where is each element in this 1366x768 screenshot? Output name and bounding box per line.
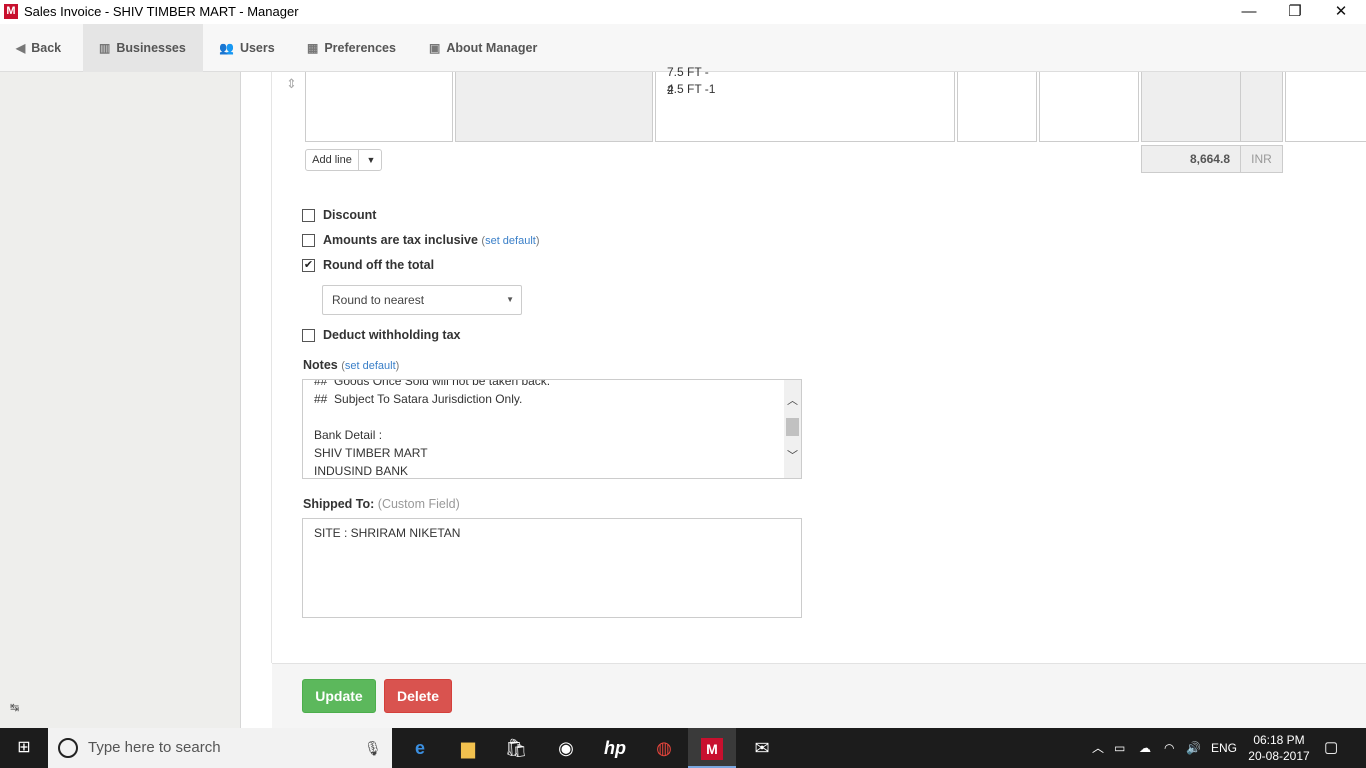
notes-scrollbar[interactable]: ︿ ﹀ xyxy=(784,380,801,478)
building-icon: ▥ xyxy=(99,41,111,55)
tax-inclusive-label: Amounts are tax inclusive xyxy=(323,233,478,247)
notes-line: SHIV TIMBER MART xyxy=(314,446,428,460)
shipped-to-label: Shipped To: xyxy=(303,497,375,511)
shipped-to-heading: Shipped To: (Custom Field) xyxy=(303,497,460,511)
notes-textarea[interactable]: ## Goods Once Sold will not be taken bac… xyxy=(302,379,802,479)
add-line-button[interactable]: Add line xyxy=(306,150,359,170)
preferences-label: Preferences xyxy=(324,41,396,55)
description-text: 7.5 FT - 2 4.5 FT -1 xyxy=(667,65,715,98)
show-hidden-icons-icon[interactable]: ︿ xyxy=(1092,728,1104,768)
drag-handle-icon[interactable]: ⇕ xyxy=(286,76,297,92)
qty-cell[interactable] xyxy=(957,72,1037,142)
notes-label: Notes xyxy=(303,358,338,372)
back-button[interactable]: ◀ Back xyxy=(0,24,73,72)
wifi-icon[interactable]: ◠ xyxy=(1164,728,1174,768)
cortana-icon xyxy=(58,738,78,758)
media-icon[interactable]: ◉ xyxy=(542,728,590,768)
taskbar-clock[interactable]: 06:18 PM 20-08-2017 xyxy=(1244,732,1314,764)
withholding-checkbox[interactable] xyxy=(302,329,315,342)
tax-inclusive-checkbox[interactable] xyxy=(302,234,315,247)
notes-line xyxy=(314,408,550,426)
tax-cell[interactable] xyxy=(1285,72,1366,142)
restore-button[interactable]: ❐ xyxy=(1272,0,1318,24)
rounding-select[interactable]: Round to nearest ▼ xyxy=(322,285,522,315)
add-line-button-group: Add line ▼ xyxy=(305,149,382,171)
search-placeholder: Type here to search xyxy=(88,739,221,756)
store-icon[interactable]: 🛍 xyxy=(492,728,540,768)
description-line-1: 7.5 FT - 2 xyxy=(667,65,709,97)
mail-icon[interactable]: ✉ xyxy=(738,728,786,768)
withholding-label: Deduct withholding tax xyxy=(323,328,461,342)
discount-label: Discount xyxy=(323,208,377,222)
manager-small-icon: ▣ xyxy=(429,41,441,55)
notes-line: Bank Detail : xyxy=(314,428,383,442)
delete-button[interactable]: Delete xyxy=(384,679,452,713)
language-indicator[interactable]: ENG xyxy=(1211,728,1237,768)
title-bar: M Sales Invoice - SHIV TIMBER MART - Man… xyxy=(0,0,1366,24)
notes-line: ## Subject To Satara Jurisdiction Only. xyxy=(314,392,523,406)
notifications-icon[interactable]: ▢ xyxy=(1324,728,1338,768)
clock-time: 06:18 PM xyxy=(1253,733,1305,747)
minimize-button[interactable]: — xyxy=(1226,0,1272,24)
total-amount: 8,664.8 xyxy=(1141,145,1241,173)
currency-cell xyxy=(1240,72,1283,142)
close-button[interactable]: ✕ xyxy=(1318,0,1364,24)
custom-field-hint: (Custom Field) xyxy=(377,497,460,511)
manager-logo-icon: M xyxy=(4,4,18,19)
clock-date: 20-08-2017 xyxy=(1248,749,1310,763)
chrome-icon[interactable]: ◍ xyxy=(640,728,688,768)
item-cell[interactable] xyxy=(305,72,453,142)
volume-icon[interactable]: 🔊 xyxy=(1186,728,1201,768)
microphone-icon[interactable]: 🎙 xyxy=(364,728,382,768)
content-gutter xyxy=(241,72,272,663)
shipped-to-textarea[interactable]: SITE : SHRIRAM NIKETAN xyxy=(302,518,802,618)
preferences-icon: ▦ xyxy=(307,41,319,55)
notes-set-default-link[interactable]: set default xyxy=(345,360,396,372)
select-arrow-icon: ▼ xyxy=(506,295,514,304)
back-arrow-icon: ◀ xyxy=(16,41,26,55)
notes-line: INDUSIND BANK xyxy=(314,464,409,478)
tax-inclusive-row: Amounts are tax inclusive (set default) xyxy=(323,233,540,247)
users-tab[interactable]: 👥 Users xyxy=(203,24,287,72)
about-label: About Manager xyxy=(446,41,538,55)
round-off-label: Round off the total xyxy=(323,258,435,272)
tax-inclusive-set-default-link[interactable]: set default xyxy=(485,235,536,247)
round-off-checkbox[interactable]: ✔ xyxy=(302,259,315,272)
windows-start-icon[interactable]: ⊞ xyxy=(0,728,48,768)
add-line-dropdown-caret-icon[interactable]: ▼ xyxy=(360,150,382,170)
notes-content: ## Goods Once Sold will not be taken bac… xyxy=(314,379,551,478)
account-cell xyxy=(455,72,653,142)
discount-checkbox[interactable] xyxy=(302,209,315,222)
taskbar-search[interactable]: Type here to search 🎙 xyxy=(48,728,392,768)
businesses-label: Businesses xyxy=(116,41,186,55)
total-currency: INR xyxy=(1240,145,1283,173)
scroll-thumb[interactable] xyxy=(786,418,799,436)
notes-line: ## Goods Once Sold will not be taken bac… xyxy=(314,379,551,388)
sidebar xyxy=(0,72,241,728)
amount-cell xyxy=(1141,72,1241,142)
scroll-up-icon[interactable]: ︿ xyxy=(784,393,801,410)
notes-heading: Notes (set default) xyxy=(303,358,400,372)
back-label: Back xyxy=(31,41,62,55)
file-explorer-icon[interactable]: ▆ xyxy=(444,728,492,768)
users-label: Users xyxy=(239,41,275,55)
unit-price-cell[interactable] xyxy=(1039,72,1139,142)
edge-icon[interactable]: e xyxy=(396,728,444,768)
hp-icon[interactable]: hp xyxy=(591,728,639,768)
battery-icon[interactable]: ▭ xyxy=(1114,728,1125,768)
about-manager-tab[interactable]: ▣ About Manager xyxy=(413,24,549,72)
preferences-tab[interactable]: ▦ Preferences xyxy=(291,24,408,72)
update-button[interactable]: Update xyxy=(302,679,376,713)
windows-taskbar: ⊞ Type here to search 🎙 e ▆ 🛍 ◉ hp ◍ M ✉… xyxy=(0,728,1366,768)
manager-icon[interactable]: M xyxy=(688,728,736,768)
window-title: Sales Invoice - SHIV TIMBER MART - Manag… xyxy=(24,4,299,19)
scroll-down-icon[interactable]: ﹀ xyxy=(784,448,801,465)
rounding-select-value: Round to nearest xyxy=(332,293,425,307)
expand-sidebar-icon[interactable]: ↹ xyxy=(10,701,19,714)
businesses-tab[interactable]: ▥ Businesses xyxy=(83,24,203,72)
onedrive-icon[interactable]: ☁ xyxy=(1139,728,1151,768)
users-icon: 👥 xyxy=(219,41,234,55)
